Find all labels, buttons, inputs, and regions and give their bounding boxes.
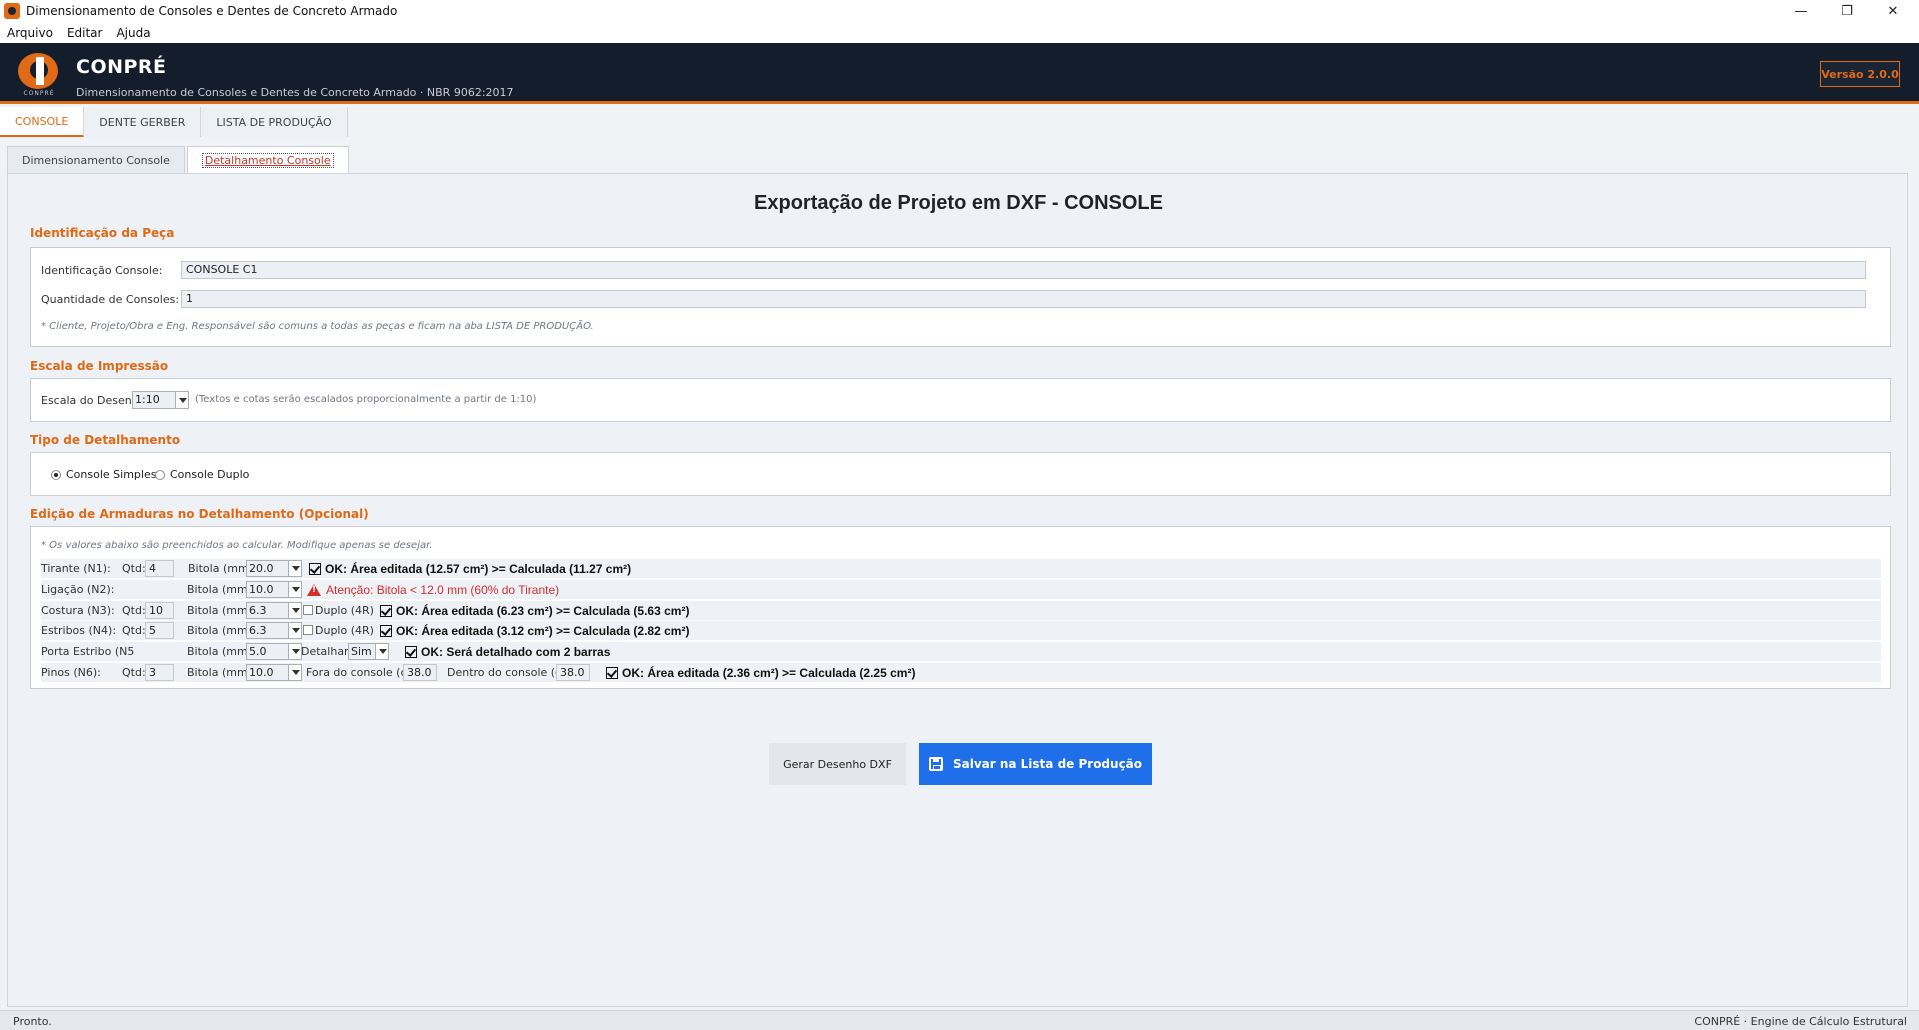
tab-lista-producao[interactable]: LISTA DE PRODUÇÃO	[201, 107, 348, 137]
costura-duplo-checkbox[interactable]	[303, 605, 313, 615]
chevron-down-icon	[288, 561, 301, 576]
app-header: CONPRÉ CONPRÉ Dimensionamento de Console…	[0, 43, 1919, 104]
chevron-down-icon	[375, 644, 388, 659]
menu-ajuda[interactable]: Ajuda	[109, 26, 157, 40]
close-button[interactable]: ✕	[1870, 0, 1916, 22]
pinos-dentro-input[interactable]: 38.0	[556, 664, 590, 681]
brand-subtitle: Dimensionamento de Consoles e Dentes de …	[76, 86, 514, 99]
costura-status: OK: Área editada (6.23 cm²) >= Calculada…	[380, 604, 689, 618]
group-identificacao: Identificação Console: CONSOLE C1 Quanti…	[30, 247, 1891, 347]
estribos-duplo-checkbox[interactable]	[303, 625, 313, 635]
ligacao-warning: Atenção: Bitola < 12.0 mm (60% do Tirant…	[307, 583, 559, 597]
subtab-detalhamento[interactable]: Detalhamento Console	[186, 146, 349, 174]
estribos-status: OK: Área editada (3.12 cm²) >= Calculada…	[380, 624, 689, 638]
gerar-dxf-button[interactable]: Gerar Desenho DXF	[769, 743, 906, 785]
section-armaduras: Edição de Armaduras no Detalhamento (Opc…	[30, 507, 369, 521]
page-title: Exportação de Projeto em DXF - CONSOLE	[754, 192, 1163, 214]
identificacao-note: * Cliente, Projeto/Obra e Eng. Responsáv…	[41, 321, 594, 332]
pinos-status: OK: Área editada (2.36 cm²) >= Calculada…	[606, 666, 915, 680]
menu-arquivo[interactable]: Arquivo	[0, 26, 60, 40]
status-engine: CONPRÉ · Engine de Cálculo Estrutural	[1694, 1015, 1907, 1028]
minimize-button[interactable]: —	[1778, 0, 1824, 22]
row-porta-estribo: Porta Estribo (N5 Bitola (mm): 5.0 Detal…	[41, 642, 1881, 661]
id-console-label: Identificação Console:	[41, 264, 163, 277]
tab-dente-gerber[interactable]: DENTE GERBER	[84, 107, 202, 137]
qty-consoles-input[interactable]: 1	[181, 290, 1866, 308]
sub-tabs: Dimensionamento Console Detalhamento Con…	[7, 146, 351, 174]
section-escala: Escala de Impressão	[30, 359, 169, 373]
section-identificacao: Identificação da Peça	[30, 226, 175, 240]
tirante-qtd-input[interactable]: 4	[145, 560, 174, 577]
estribos-qtd-input[interactable]: 5	[145, 622, 174, 639]
version-badge: Versão 2.0.0	[1820, 61, 1900, 87]
status-text: Pronto.	[13, 1015, 52, 1028]
save-icon	[928, 757, 943, 771]
chevron-down-icon	[288, 623, 301, 638]
radio-selected-icon	[51, 469, 61, 480]
brand-name: CONPRÉ	[76, 56, 167, 78]
radio-console-simples[interactable]: Console Simples	[51, 468, 156, 481]
checkbox-checked-icon	[309, 563, 321, 575]
section-tipo: Tipo de Detalhamento	[30, 433, 181, 447]
row-ligacao: Ligação (N2): Bitola (mm): 10.0 Atenção:…	[41, 580, 1881, 599]
porta-detalhar-select[interactable]: Sim	[348, 643, 389, 660]
armaduras-note: * Os valores abaixo são preenchidos ao c…	[41, 540, 433, 551]
warning-icon	[307, 584, 321, 596]
checkbox-checked-icon	[380, 625, 392, 637]
escala-select[interactable]: 1:10	[132, 391, 189, 409]
row-costura: Costura (N3): Qtd: 10 Bitola (mm): 6.3 D…	[41, 601, 1881, 620]
tab-console[interactable]: CONSOLE	[0, 107, 85, 137]
group-tipo: Console Simples Console Duplo	[30, 452, 1891, 496]
estribos-bitola-select[interactable]: 6.3	[246, 622, 302, 639]
pinos-fora-input[interactable]: 38.0	[403, 664, 437, 681]
window-title: Dimensionamento de Consoles e Dentes de …	[26, 4, 398, 18]
tirante-bitola-select[interactable]: 20.0	[246, 560, 302, 577]
title-bar: Dimensionamento de Consoles e Dentes de …	[0, 0, 1919, 22]
menu-bar: Arquivo Editar Ajuda	[0, 22, 1919, 43]
row-pinos: Pinos (N6): Qtd: 3 Bitola (mm): 10.0 For…	[41, 663, 1881, 682]
porta-bitola-select[interactable]: 5.0	[246, 643, 302, 660]
chevron-down-icon	[175, 392, 188, 408]
row-estribos: Estribos (N4): Qtd: 5 Bitola (mm): 6.3 D…	[41, 621, 1881, 640]
chevron-down-icon	[288, 644, 301, 659]
id-console-input[interactable]: CONSOLE C1	[181, 261, 1866, 279]
chevron-down-icon	[288, 603, 301, 618]
content-panel: Exportação de Projeto em DXF - CONSOLE I…	[7, 173, 1908, 1007]
app-icon	[4, 3, 20, 19]
chevron-down-icon	[288, 665, 301, 680]
tirante-status: OK: Área editada (12.57 cm²) >= Calculad…	[309, 562, 631, 576]
pinos-bitola-select[interactable]: 10.0	[246, 664, 302, 681]
checkbox-checked-icon	[606, 667, 618, 679]
radio-unselected-icon	[155, 469, 165, 480]
maximize-button[interactable]: ❐	[1824, 0, 1870, 22]
qty-consoles-label: Quantidade de Consoles:	[41, 293, 180, 306]
checkbox-checked-icon	[380, 605, 392, 617]
group-armaduras: * Os valores abaixo são preenchidos ao c…	[30, 526, 1891, 689]
menu-editar[interactable]: Editar	[60, 26, 110, 40]
group-escala: Escala do Desenho: 1:10 (Textos e cotas …	[30, 378, 1891, 422]
row-tirante: Tirante (N1): Qtd: 4 Bitola (mm): 20.0 O…	[41, 559, 1881, 578]
chevron-down-icon	[288, 582, 301, 597]
costura-qtd-input[interactable]: 10	[145, 602, 174, 619]
costura-bitola-select[interactable]: 6.3	[246, 602, 302, 619]
porta-status: OK: Será detalhado com 2 barras	[405, 645, 610, 659]
checkbox-checked-icon	[405, 646, 417, 658]
radio-console-duplo[interactable]: Console Duplo	[155, 468, 249, 481]
subtab-dimensionamento[interactable]: Dimensionamento Console	[7, 146, 185, 174]
status-bar: Pronto. CONPRÉ · Engine de Cálculo Estru…	[0, 1010, 1919, 1030]
salvar-lista-button[interactable]: Salvar na Lista de Produção	[919, 743, 1152, 785]
ligacao-bitola-select[interactable]: 10.0	[246, 581, 302, 598]
main-tabs: CONSOLE DENTE GERBER LISTA DE PRODUÇÃO	[0, 107, 348, 137]
conpre-logo: CONPRÉ	[16, 51, 62, 97]
escala-note: (Textos e cotas serão escalados proporci…	[195, 394, 537, 405]
pinos-qtd-input[interactable]: 3	[145, 664, 174, 681]
